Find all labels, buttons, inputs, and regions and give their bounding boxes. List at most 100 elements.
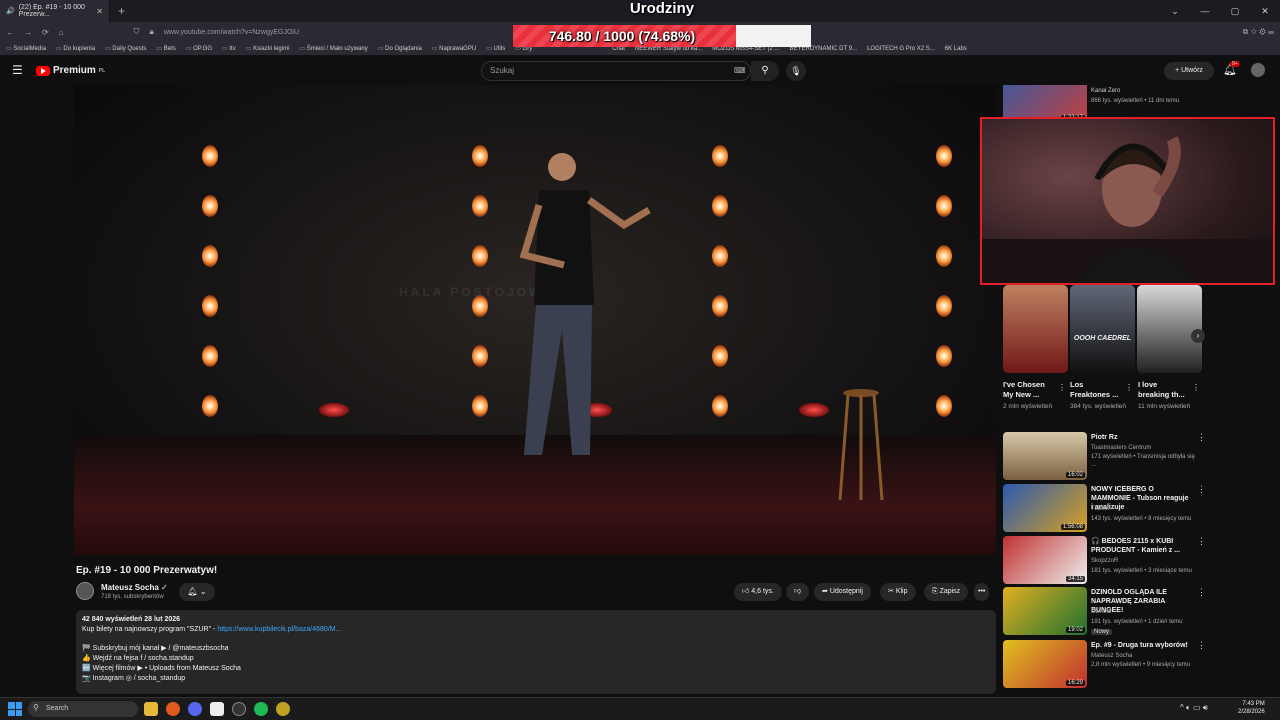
related-video[interactable]: 16:29 Ep. #9 - Druga tura wyborów! Mateu… xyxy=(1003,640,1208,690)
windows-start-icon[interactable] xyxy=(8,702,22,716)
extensions-icon[interactable]: ⧉ ☆ ⚙ ☰ xyxy=(1243,27,1274,37)
bookmark-folder[interactable]: OP.GG xyxy=(186,45,212,52)
stage-light xyxy=(202,245,218,267)
kebab-menu-icon[interactable]: ⋮ xyxy=(1197,640,1206,651)
home-icon[interactable]: ⌂ xyxy=(59,28,64,37)
donation-goal-overlay: Urodziny 746.80 / 1000 (74.68%) xyxy=(513,0,811,48)
obs-icon[interactable] xyxy=(232,702,246,716)
short-thumbnail[interactable]: OOOH CAEDREL xyxy=(1070,285,1135,373)
taskbar-clock[interactable]: 7:43 PM 2/28/2026 xyxy=(1238,700,1265,716)
channel-name: Mateusz Socha xyxy=(1091,653,1133,659)
channel-name[interactable]: Mateusz Socha ✓ xyxy=(101,583,168,592)
ticket-link[interactable]: https://www.kupbilecik.pl/baza/4680/M... xyxy=(217,626,341,633)
like-count: 4,6 tys. xyxy=(751,588,774,595)
subscription-bell-button[interactable]: 🔔︎ ⌄ xyxy=(179,583,215,601)
bookmark-folder[interactable]: Daily Quests xyxy=(105,45,146,52)
stage-lamp xyxy=(799,403,829,417)
kebab-menu-icon[interactable]: ⋮ xyxy=(1192,383,1200,392)
search-button[interactable]: ⚲ xyxy=(751,61,779,81)
notion-icon[interactable] xyxy=(210,702,224,716)
kebab-menu-icon[interactable]: ⋮ xyxy=(1197,536,1206,547)
maximize-button[interactable]: ▢ xyxy=(1220,0,1250,22)
youtube-header: ☰ Premium PL Szukaj ⌨ ⚲ 🎙︎ + Utwórz 🔔︎ 9… xyxy=(0,57,1280,85)
spotify-icon[interactable] xyxy=(254,702,268,716)
kebab-menu-icon[interactable]: ⋮ xyxy=(1197,587,1206,598)
short-title[interactable]: I've Chosen My New ... xyxy=(1003,380,1055,400)
app-icon[interactable] xyxy=(276,702,290,716)
account-avatar[interactable] xyxy=(1251,63,1265,77)
tab-list-button[interactable]: ⌄ xyxy=(1160,0,1190,22)
bookmark-folder[interactable]: NaprawaGPU xyxy=(432,45,476,52)
firefox-icon[interactable] xyxy=(166,702,180,716)
youtube-logo[interactable]: Premium PL xyxy=(36,65,105,76)
channel-name[interactable]: Kanał Zero xyxy=(1091,87,1201,95)
new-tab-button[interactable]: + xyxy=(118,4,125,18)
taskbar-search-input[interactable]: Search xyxy=(28,701,138,717)
create-button[interactable]: + Utwórz xyxy=(1164,62,1214,80)
video-thumbnail: 1:56:08 xyxy=(1003,484,1087,532)
short-thumbnail[interactable] xyxy=(1003,285,1068,373)
bookmark-folder[interactable]: ttv xyxy=(222,45,235,52)
bookmark-folder[interactable]: Utils xyxy=(486,45,506,52)
discord-icon[interactable] xyxy=(188,702,202,716)
browser-tab[interactable]: 🔊 (22) Ep. #19 - 10 000 Prezerw... ✕ xyxy=(0,0,110,22)
new-badge: Nowy xyxy=(1091,629,1113,635)
minimize-button[interactable]: — xyxy=(1190,0,1220,22)
related-video[interactable]: 34:15 🎧 BEDOES 2115 x KUBI PRODUCENT - K… xyxy=(1003,536,1208,586)
kebab-menu-icon[interactable]: ⋮ xyxy=(1197,432,1206,443)
bookmark-folder[interactable]: Ksiazki legimi xyxy=(246,45,289,52)
logo-text: Premium xyxy=(53,65,96,76)
hamburger-menu-icon[interactable]: ☰ xyxy=(12,63,23,77)
back-icon[interactable]: ← xyxy=(6,28,14,37)
clock-date: 2/28/2026 xyxy=(1238,709,1265,715)
stage-light xyxy=(936,245,952,267)
logo-region: PL xyxy=(98,67,106,74)
kebab-menu-icon[interactable]: ⋮ xyxy=(1125,383,1133,392)
short-thumbnail[interactable] xyxy=(1137,285,1202,373)
kebab-menu-icon[interactable]: ⋮ xyxy=(1197,484,1206,495)
voice-search-button[interactable]: 🎙︎ xyxy=(786,61,806,81)
video-description[interactable]: 42 840 wyświetleń 28 lut 2026 Kup bilety… xyxy=(76,610,996,694)
search-input[interactable]: Szukaj xyxy=(481,61,751,81)
tab-title: (22) Ep. #19 - 10 000 Prezerw... xyxy=(18,4,85,18)
bookmark-folder[interactable]: SocialMedia xyxy=(6,45,46,52)
related-video[interactable]: 19:02 DZINOLD OGLĄDA ILE NAPRAWDĘ ZARABI… xyxy=(1003,587,1208,639)
bookmark-link[interactable]: LOGITECH G Pro X2 S... xyxy=(867,46,935,52)
url-field[interactable]: www.youtube.com/watch?v=NzwgyEGJOiU xyxy=(164,29,299,36)
system-tray-icons[interactable]: ^ 🔈︎ ▭ 🔊︎ xyxy=(1180,703,1208,713)
stage-light xyxy=(202,395,218,417)
bookmark-folder[interactable]: Do kupienia xyxy=(56,45,95,52)
stage-light xyxy=(472,145,488,167)
description-text: Kup bilety na najnowszy program "SZUR" - xyxy=(82,626,218,634)
close-tab-icon[interactable]: ✕ xyxy=(96,7,103,16)
like-button[interactable]: 👍︎ 4,6 tys. xyxy=(734,583,782,601)
reload-icon[interactable]: ⟳ xyxy=(42,28,49,37)
chevron-right-icon[interactable]: › xyxy=(1191,329,1205,343)
channel-avatar[interactable] xyxy=(76,582,94,600)
short-title[interactable]: I love breaking th... xyxy=(1138,380,1190,400)
keyboard-icon[interactable]: ⌨ xyxy=(734,66,746,75)
share-button[interactable]: ➦ Udostępnij xyxy=(814,583,871,601)
dislike-button[interactable]: 👎︎ xyxy=(786,583,810,601)
file-explorer-icon[interactable] xyxy=(144,702,158,716)
video-player[interactable]: HALA POSTOJOWA xyxy=(74,85,996,555)
save-button[interactable]: ⎘ Zapisz xyxy=(924,583,969,601)
bookmark-folder[interactable]: Śmieci / Mało używany xyxy=(299,45,368,52)
bookmark-folder[interactable]: Do Oglądania xyxy=(378,45,422,52)
related-video[interactable]: 16:02 Piotr Rz Toastmasters Centrum 171 … xyxy=(1003,432,1208,482)
clip-button[interactable]: ✂ Klip xyxy=(880,583,916,601)
goal-progress-text: 746.80 / 1000 (74.68%) xyxy=(548,28,696,44)
related-video[interactable]: 1:56:08 NOWY ICEBERG O MAMMONIE - Tubson… xyxy=(1003,484,1208,534)
video-thumbnail: 19:02 xyxy=(1003,587,1087,635)
short-views: 384 tys. wyświetleń xyxy=(1070,403,1126,410)
forward-icon[interactable]: → xyxy=(24,28,32,37)
shield-icon[interactable]: ⛉ xyxy=(134,27,140,37)
more-actions-button[interactable]: ••• xyxy=(974,583,990,601)
kebab-menu-icon[interactable]: ⋮ xyxy=(1058,383,1066,392)
short-title[interactable]: Los Freaktones ... xyxy=(1070,380,1122,400)
bookmark-folder[interactable]: Bets xyxy=(156,45,176,52)
stage-light xyxy=(936,345,952,367)
bookmark-link[interactable]: 6K Labs xyxy=(945,46,967,52)
video-title: Ep. #9 - Druga tura wyborów! xyxy=(1091,642,1188,649)
close-window-button[interactable]: ✕ xyxy=(1250,0,1280,22)
